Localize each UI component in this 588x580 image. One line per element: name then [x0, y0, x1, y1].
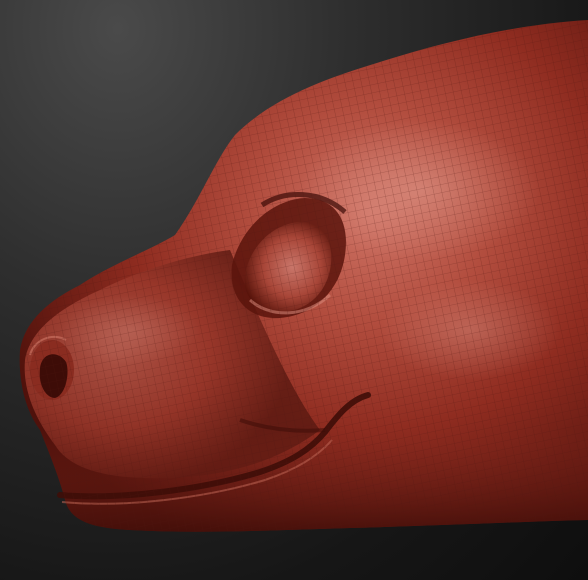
wireframe-grid — [19, 20, 588, 532]
sculpt-canvas — [19, 20, 588, 532]
sculpt-viewport[interactable] — [0, 0, 588, 580]
